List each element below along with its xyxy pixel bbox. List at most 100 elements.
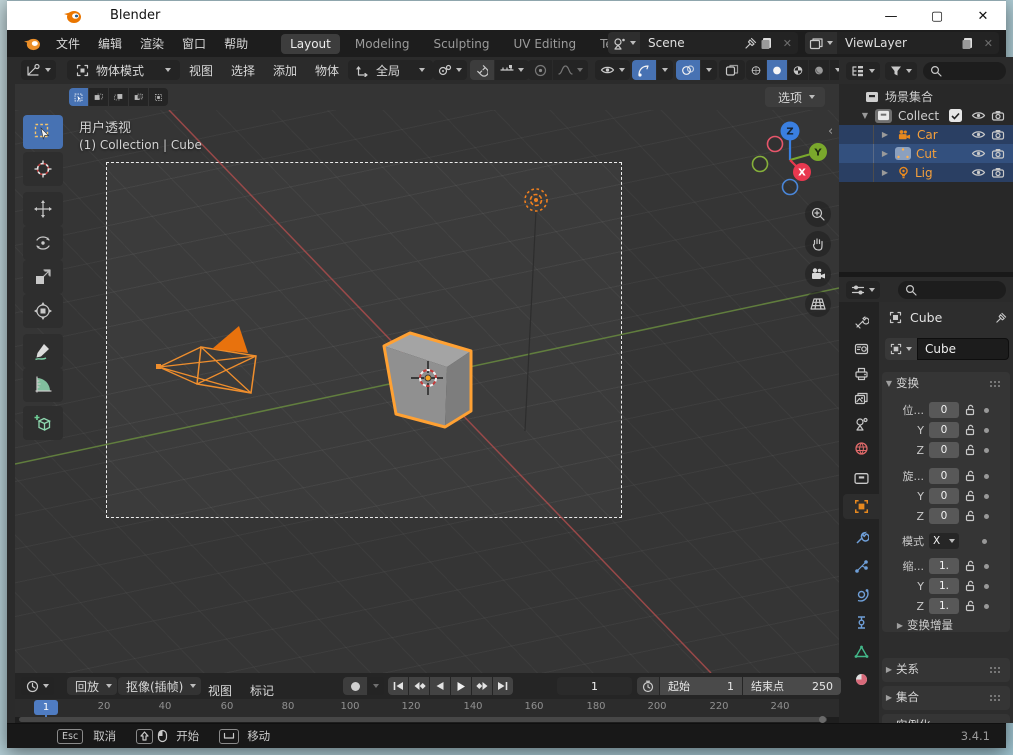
- menu-window[interactable]: 窗口: [173, 31, 215, 56]
- tool-cursor[interactable]: [23, 152, 63, 186]
- cube-expand-icon[interactable]: ▶: [879, 149, 891, 158]
- collection-row[interactable]: ▼ Collect: [839, 106, 1013, 125]
- select-mode-set[interactable]: [69, 88, 88, 106]
- visibility-dropdown[interactable]: [595, 60, 630, 80]
- animate-dot[interactable]: [984, 427, 989, 433]
- lock-icon[interactable]: [965, 444, 976, 456]
- navigation-gizmo[interactable]: Z Y X: [747, 115, 837, 205]
- prev-keyframe-button[interactable]: [409, 677, 429, 695]
- relations-panel[interactable]: ▶ 关系: [882, 658, 1010, 682]
- pan-button[interactable]: [805, 231, 831, 257]
- workspace-tab-uv-editing[interactable]: UV Editing: [505, 34, 586, 54]
- camera-object[interactable]: [156, 326, 257, 394]
- viewport-menu-add[interactable]: 添加: [264, 58, 306, 83]
- select-mode-invert[interactable]: [129, 88, 148, 106]
- shading-material-button[interactable]: [788, 60, 808, 80]
- menu-help[interactable]: 帮助: [215, 31, 257, 56]
- tool-rotate[interactable]: [23, 226, 63, 260]
- options-dropdown[interactable]: 选项: [765, 87, 826, 107]
- scene-browse-button[interactable]: [608, 32, 640, 54]
- light-object[interactable]: [524, 188, 548, 212]
- cube-render-toggle-icon[interactable]: [991, 148, 1005, 159]
- new-viewlayer-icon[interactable]: [961, 36, 975, 50]
- lock-icon[interactable]: [965, 600, 976, 612]
- frame-start-field[interactable]: 起始 1: [660, 677, 742, 695]
- animate-dot[interactable]: [984, 603, 989, 609]
- jump-to-end-button[interactable]: [493, 677, 513, 695]
- timeline-editor-type-button[interactable]: [21, 677, 54, 695]
- select-mode-extend[interactable]: [89, 88, 108, 106]
- light-render-toggle-icon[interactable]: [991, 167, 1005, 178]
- keying-set-dropdown[interactable]: [368, 677, 384, 695]
- snap-settings-dropdown[interactable]: [495, 60, 529, 80]
- lock-icon[interactable]: [965, 424, 976, 436]
- tab-constraints[interactable]: [843, 610, 879, 635]
- animate-dot[interactable]: [982, 538, 987, 544]
- tool-move[interactable]: [23, 192, 63, 226]
- current-frame-field[interactable]: 1: [557, 677, 632, 695]
- jump-to-start-button[interactable]: [388, 677, 408, 695]
- tool-annotate[interactable]: [23, 334, 63, 368]
- location-x-field[interactable]: 0: [929, 402, 959, 418]
- lock-icon[interactable]: [965, 490, 976, 502]
- location-z-field[interactable]: 0: [929, 442, 959, 458]
- animate-dot[interactable]: [984, 473, 989, 479]
- show-overlays-toggle[interactable]: [676, 60, 700, 80]
- viewport-menu-view[interactable]: 视图: [180, 58, 222, 83]
- scene-name[interactable]: Scene: [640, 36, 744, 50]
- lock-icon[interactable]: [965, 510, 976, 522]
- shading-solid-button[interactable]: [767, 60, 787, 80]
- properties-search-input[interactable]: [898, 280, 1006, 299]
- tool-transform[interactable]: [23, 294, 63, 328]
- outliner-row-camera[interactable]: ▶ Car: [839, 125, 1013, 144]
- camera-render-toggle-icon[interactable]: [991, 129, 1005, 140]
- outliner-display-mode-dropdown[interactable]: [846, 61, 880, 80]
- animate-dot[interactable]: [984, 513, 989, 519]
- outliner-row-light[interactable]: ▶ Lig: [839, 163, 1013, 182]
- playhead[interactable]: 1: [34, 700, 58, 715]
- lock-icon[interactable]: [965, 560, 976, 572]
- snap-toggle[interactable]: [470, 60, 494, 80]
- light-hide-eye-icon[interactable]: [971, 167, 986, 178]
- transform-panel-header[interactable]: ▼ 变换: [882, 372, 1010, 394]
- tab-scene[interactable]: [843, 411, 879, 436]
- lock-icon[interactable]: [965, 470, 976, 482]
- tab-object[interactable]: [843, 494, 879, 519]
- show-gizmo-toggle[interactable]: [632, 60, 656, 80]
- scale-y-field[interactable]: 1.: [929, 578, 959, 594]
- tab-modifiers[interactable]: [843, 525, 879, 550]
- workspace-tab-sculpting[interactable]: Sculpting: [424, 34, 498, 54]
- pin-icon[interactable]: [744, 37, 757, 50]
- rotation-mode-dropdown[interactable]: X: [929, 533, 959, 549]
- animate-dot[interactable]: [984, 407, 989, 413]
- tool-measure[interactable]: [23, 368, 63, 402]
- axis-neg-z-handle[interactable]: [781, 178, 799, 196]
- proportional-edit-toggle[interactable]: [528, 60, 552, 80]
- new-scene-icon[interactable]: [760, 36, 774, 50]
- scale-z-field[interactable]: 1.: [929, 598, 959, 614]
- record-button[interactable]: [343, 677, 367, 695]
- axis-neg-x-handle[interactable]: [766, 135, 784, 153]
- frame-end-field[interactable]: 结束点 250: [743, 677, 841, 695]
- playback-menu[interactable]: 回放: [67, 677, 118, 695]
- outliner-row-cube[interactable]: ▶ Cut: [839, 144, 1013, 163]
- viewport-3d-canvas[interactable]: 用户透视 (1) Collection | Cube Z Y X ‹: [15, 110, 839, 673]
- tool-scale[interactable]: [23, 260, 63, 294]
- close-button[interactable]: ✕: [960, 1, 1006, 31]
- rotation-z-field[interactable]: 0: [929, 508, 959, 524]
- perspective-toggle-button[interactable]: [805, 291, 831, 317]
- gizmo-settings-dropdown[interactable]: [657, 60, 673, 80]
- location-y-field[interactable]: 0: [929, 422, 959, 438]
- mode-dropdown[interactable]: 物体模式: [67, 60, 181, 80]
- tab-particles[interactable]: [843, 554, 879, 579]
- panel-grip[interactable]: [989, 379, 1002, 387]
- cube-hide-eye-icon[interactable]: [971, 148, 986, 159]
- play-button[interactable]: [451, 677, 471, 695]
- tab-output[interactable]: [843, 361, 879, 386]
- camera-view-button[interactable]: [805, 261, 831, 287]
- viewport-editor-type-button[interactable]: [21, 60, 56, 80]
- xray-toggle[interactable]: [719, 60, 745, 80]
- object-name-field[interactable]: Cube: [917, 338, 1009, 360]
- viewport-menu-object[interactable]: 物体: [306, 58, 348, 83]
- viewlayer-remove-icon[interactable]: ✕: [978, 37, 999, 50]
